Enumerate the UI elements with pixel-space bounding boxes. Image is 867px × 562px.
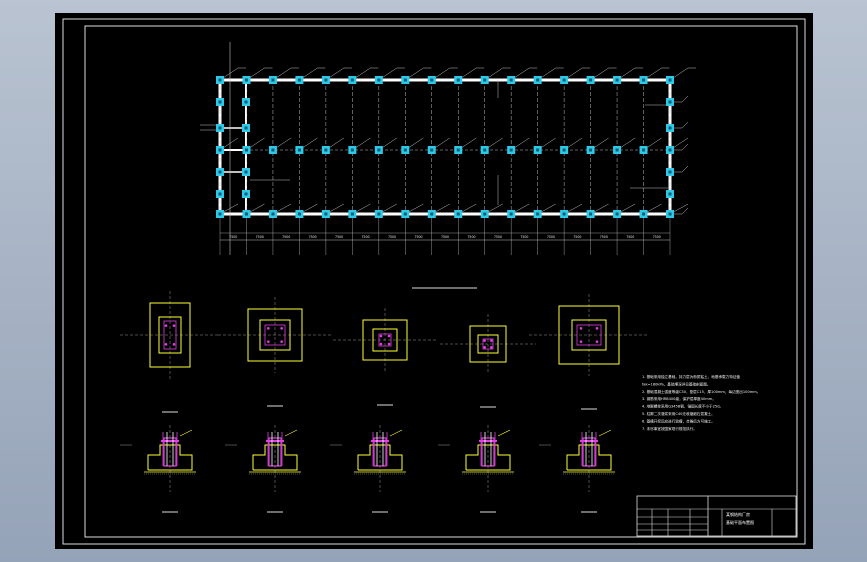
column-footing (216, 168, 224, 176)
dimension-label: 7500 (414, 235, 422, 239)
column-footing (321, 76, 330, 84)
column-footing (427, 210, 436, 218)
column-footing (560, 146, 569, 154)
column-footing (216, 146, 224, 154)
column-footing (401, 146, 410, 154)
column-footing (242, 168, 250, 176)
column-footing (216, 210, 224, 218)
cad-viewport[interactable]: 7500 7500 7500 7500 7500 7500 7500 7500 7500 7500… (0, 0, 867, 562)
dimension-label: 7500 (309, 235, 317, 239)
column-footing (427, 76, 436, 84)
column-footing (507, 210, 516, 218)
column-footing (666, 146, 674, 154)
note-line: fak=180kPa，基础埋深详见基础剖面图。 (642, 381, 710, 386)
dimension-label: 7500 (256, 235, 264, 239)
column-footing (348, 146, 357, 154)
column-footing (666, 98, 674, 106)
column-footing (533, 210, 542, 218)
column-footing (613, 146, 622, 154)
column-footing (401, 210, 410, 218)
column-footing (533, 76, 542, 84)
column-footing (666, 76, 674, 84)
column-footing (374, 146, 383, 154)
column-footing (321, 210, 330, 218)
column-footing (586, 146, 595, 154)
title-project: 某钢结构厂房 (726, 511, 750, 517)
column-footing (216, 98, 224, 106)
column-footing (242, 210, 251, 218)
dimension-label: 7500 (653, 235, 661, 239)
title-sheet: 基础平面布置图 (726, 519, 754, 525)
dimension-label: 7500 (335, 235, 343, 239)
column-footing (216, 76, 224, 84)
note-line: 4. 地脚螺栓采用Q345B钢，锚固长度不小于25d。 (642, 404, 723, 409)
column-footing (295, 146, 304, 154)
column-footing (480, 76, 489, 84)
column-footing (639, 76, 648, 84)
column-footing (560, 210, 569, 218)
dimension-label: 7500 (494, 235, 502, 239)
dimension-label: 7500 (229, 235, 237, 239)
column-footing (216, 190, 224, 198)
dimension-label: 7500 (547, 235, 555, 239)
dimension-label: 7500 (600, 235, 608, 239)
column-footing (348, 76, 357, 84)
column-footing (242, 98, 250, 106)
column-footing (401, 76, 410, 84)
column-footing (427, 146, 436, 154)
column-footing (613, 76, 622, 84)
dimension-label: 7500 (467, 235, 475, 239)
column-footing (268, 76, 277, 84)
column-footing (295, 76, 304, 84)
note-line: 2. 基础混凝土强度等级C30，垫层C15，厚100mm，每边宽出100mm。 (642, 389, 760, 394)
column-footing (613, 210, 622, 218)
dimension-label: 7500 (573, 235, 581, 239)
column-footing (374, 76, 383, 84)
dimension-label: 7500 (362, 235, 370, 239)
column-footing (454, 76, 463, 84)
column-footing (666, 124, 674, 132)
column-footing (666, 168, 674, 176)
note-line: 6. 基槽开挖后应进行验槽，合格后方可施工。 (642, 418, 715, 423)
column-footing (666, 210, 674, 218)
column-footing (454, 210, 463, 218)
column-footing (639, 210, 648, 218)
note-line: 1. 基础采用独立基础，持力层为粉质粘土，地基承载力特征值 (642, 374, 740, 379)
note-line: 5. 柱脚二次灌浆采用C40无收缩细石混凝土。 (642, 411, 715, 416)
column-footing (454, 146, 463, 154)
column-footing (242, 124, 250, 132)
column-footing (586, 210, 595, 218)
column-footing (348, 210, 357, 218)
column-footing (639, 146, 648, 154)
column-footing (321, 146, 330, 154)
column-footing (560, 76, 569, 84)
dimension-label: 7500 (626, 235, 634, 239)
column-footing (480, 146, 489, 154)
column-footing (586, 76, 595, 84)
dimension-label: 7500 (441, 235, 449, 239)
note-line: 3. 钢筋采用HRB400级，保护层厚度40mm。 (642, 396, 716, 401)
dimension-label: 7500 (282, 235, 290, 239)
dimension-row: 7500 7500 7500 7500 7500 7500 7500 7500 7500 7500… (220, 232, 670, 241)
column-footing (533, 146, 542, 154)
column-footing (268, 146, 277, 154)
dimension-label: 7500 (388, 235, 396, 239)
column-footing (507, 146, 516, 154)
column-footing (666, 190, 674, 198)
column-footing (242, 146, 251, 154)
column-footing (480, 210, 489, 218)
column-footing (216, 124, 224, 132)
column-footing (295, 210, 304, 218)
column-footing (242, 190, 250, 198)
column-footing (268, 210, 277, 218)
drawing-canvas[interactable] (55, 13, 813, 549)
dimension-label: 7500 (520, 235, 528, 239)
column-footing (374, 210, 383, 218)
note-line: 7. 未尽事宜按国家现行规范执行。 (642, 426, 697, 431)
column-footing (242, 76, 251, 84)
column-footing (507, 76, 516, 84)
